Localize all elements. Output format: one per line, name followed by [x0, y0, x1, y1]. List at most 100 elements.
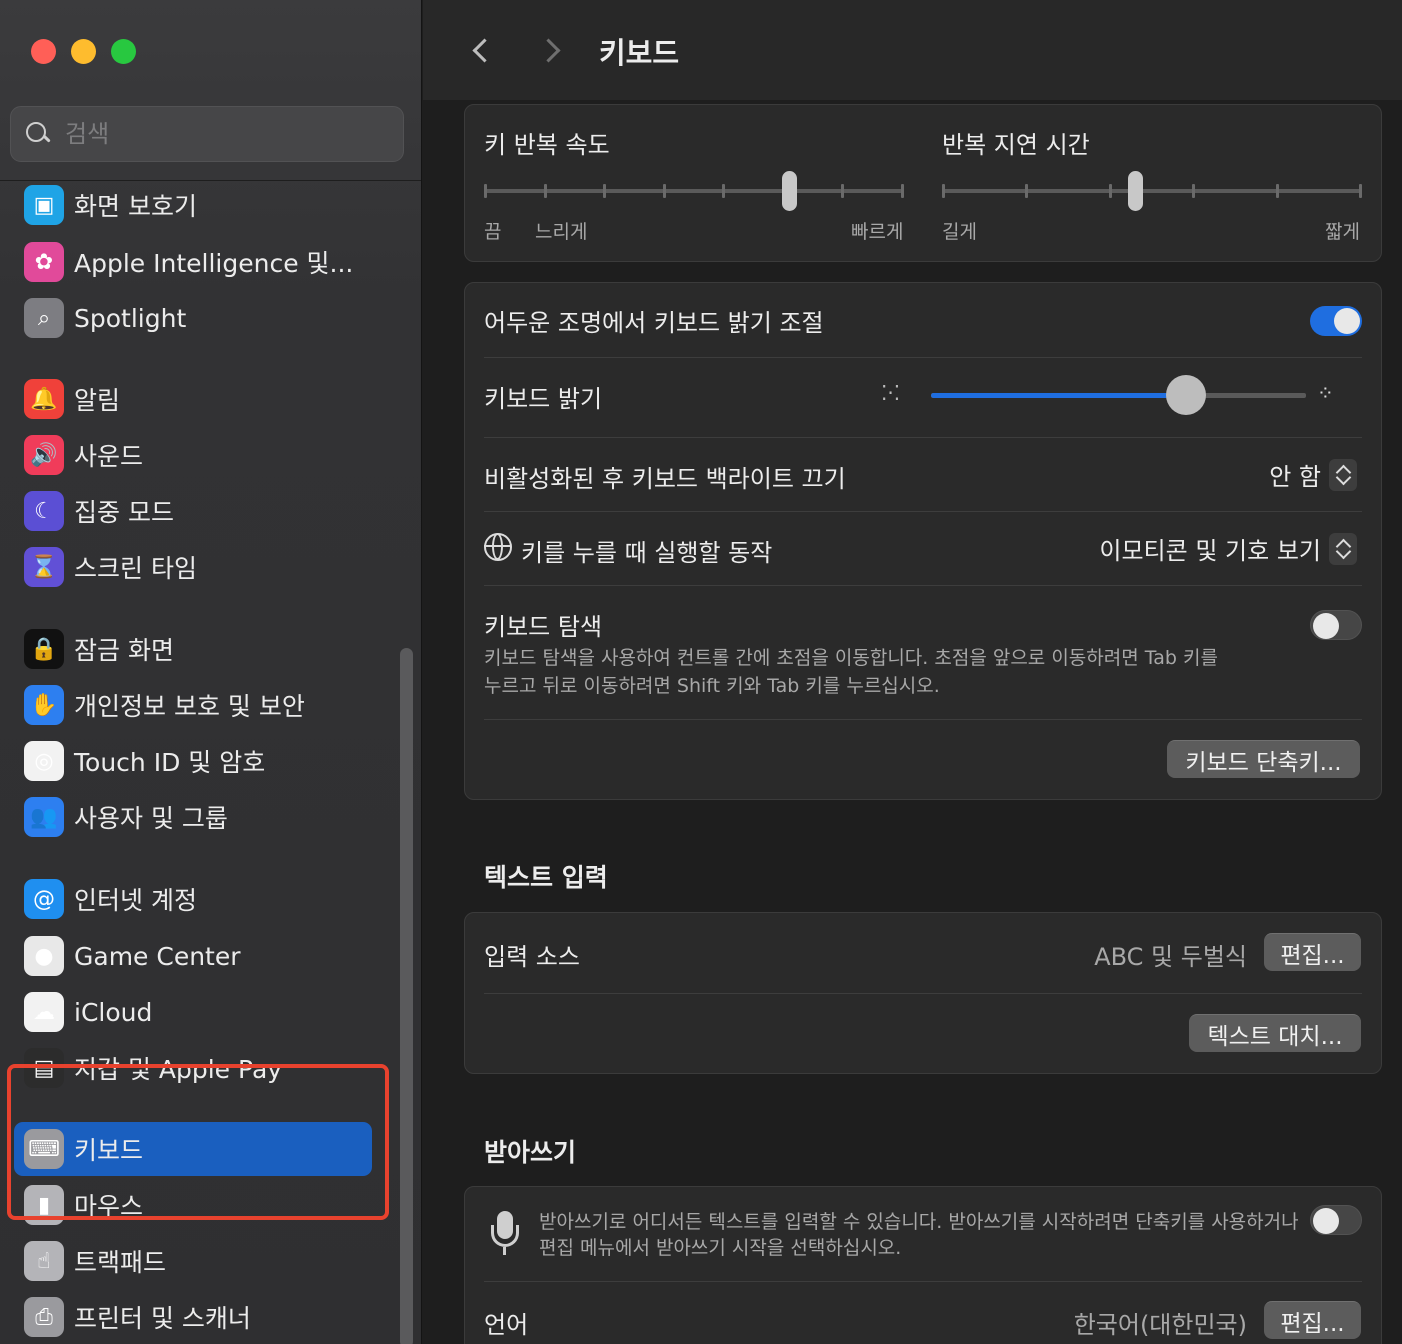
row-divider: [484, 1281, 1362, 1282]
sidebar-item-fingerprint[interactable]: ◎ Touch ID 및 암호: [14, 734, 372, 788]
input-sources-value: ABC 및 두벌식: [1094, 943, 1247, 971]
text-input-title: 텍스트 입력: [484, 863, 608, 892]
input-sources-label: 입력 소스: [484, 943, 580, 971]
backlight-auto-toggle[interactable]: [1310, 306, 1362, 336]
text-input-card: 입력 소스 ABC 및 두벌식 편집... 텍스트 대치...: [464, 912, 1382, 1074]
sidebar: ▣ 화면 보호기 ✿ Apple Intelligence 및... ⌕ Spotligh…: [0, 0, 422, 1344]
hourglass-icon: ⌛: [24, 547, 64, 587]
repeat-delay-short-label: 짧게: [1325, 221, 1360, 243]
language-edit-button[interactable]: 편집...: [1264, 1301, 1361, 1339]
repeat-delay-slider[interactable]: [942, 171, 1362, 211]
search-input[interactable]: [65, 120, 365, 148]
backlight-off-label: 비활성화된 후 키보드 백라이트 끄기: [484, 465, 846, 493]
slider-tick: [1025, 184, 1029, 198]
slider-tick: [841, 184, 845, 198]
search-icon: [25, 121, 51, 147]
keyboard-nav-toggle[interactable]: [1310, 610, 1362, 640]
brightness-label: 키보드 밝기: [484, 385, 603, 413]
sidebar-item-moon[interactable]: ☾ 집중 모드: [14, 484, 372, 538]
users-icon: 👥: [24, 797, 64, 837]
main-pane: 키보드 키 반복 속도 반복 지연 시간 끔 느리게 빠르게 길게 짧게 어두운…: [423, 0, 1402, 1344]
text-replacement-button[interactable]: 텍스트 대치...: [1189, 1014, 1361, 1052]
back-button[interactable]: [463, 32, 499, 68]
slider-tick: [484, 184, 487, 198]
sidebar-item-users[interactable]: 👥 사용자 및 그룹: [14, 790, 372, 844]
sidebar-item-label: Apple Intelligence 및...: [74, 249, 354, 278]
slider-tick: [722, 184, 726, 198]
key-repeat-slow-label: 느리게: [535, 221, 588, 243]
toggle-knob: [1313, 1208, 1339, 1234]
sidebar-item-label: 개인정보 보호 및 보안: [74, 692, 305, 721]
dictation-desc-2: 편집 메뉴에서 받아쓰기 시작을 선택하십시오.: [539, 1237, 902, 1259]
at-icon: @: [24, 879, 64, 919]
globe-key-label: 키를 누를 때 실행할 동작: [521, 539, 773, 567]
row-divider: [484, 585, 1362, 586]
cloud-icon: ☁: [24, 992, 64, 1032]
moon-icon: ☾: [24, 491, 64, 531]
toggle-knob: [1334, 308, 1360, 334]
slider-tick: [901, 184, 904, 198]
annotation-highlight-box: [7, 1064, 389, 1220]
input-sources-edit-button[interactable]: 편집...: [1264, 933, 1361, 971]
key-repeat-off-label: 끔: [484, 221, 502, 243]
slider-tick: [942, 184, 945, 198]
globe-icon: [484, 533, 512, 561]
key-repeat-knob[interactable]: [781, 171, 797, 211]
brightness-knob[interactable]: [1166, 375, 1206, 415]
minimize-button[interactable]: [71, 39, 96, 64]
globe-key-value: 이모티콘 및 기호 보기: [1099, 537, 1321, 565]
key-repeat-slider[interactable]: [484, 171, 904, 211]
sidebar-item-label: 사운드: [74, 442, 144, 471]
sidebar-item-label: 집중 모드: [74, 498, 174, 527]
keyboard-nav-label: 키보드 탐색: [484, 613, 603, 641]
sidebar-item-label: Touch ID 및 암호: [74, 748, 266, 777]
sidebar-item-at[interactable]: @ 인터넷 계정: [14, 872, 372, 926]
sidebar-item-cloud[interactable]: ☁ iCloud: [14, 985, 372, 1039]
slider-track: [942, 189, 1362, 193]
repeat-delay-label: 반복 지연 시간: [942, 131, 1090, 159]
sidebar-item-label: iCloud: [74, 997, 153, 1027]
printer-icon: ⎙: [24, 1297, 64, 1337]
backlight-off-popup[interactable]: 안 함: [1269, 457, 1357, 492]
close-button[interactable]: [31, 39, 56, 64]
keyboard-shortcuts-button[interactable]: 키보드 단축키...: [1167, 740, 1360, 778]
bell-icon: 🔔: [24, 379, 64, 419]
sidebar-scrollbar[interactable]: [400, 648, 413, 1344]
brightness-slider[interactable]: [931, 375, 1306, 415]
sidebar-item-lock[interactable]: 🔒 잠금 화면: [14, 622, 372, 676]
sidebar-item-speaker[interactable]: 🔊 사운드: [14, 428, 372, 482]
apple-intelligence-icon: ✿: [24, 242, 64, 282]
trackpad-icon: ☝: [24, 1241, 64, 1281]
sidebar-item-game-center[interactable]: ● Game Center: [14, 929, 372, 983]
sidebar-item-label: 잠금 화면: [74, 636, 174, 665]
key-repeat-fast-label: 빠르게: [851, 221, 904, 243]
chevron-updown-icon: [1329, 458, 1357, 491]
sidebar-item-screensaver[interactable]: ▣ 화면 보호기: [14, 178, 372, 232]
slider-tick: [1108, 184, 1112, 198]
row-divider: [484, 357, 1362, 358]
backlight-auto-label: 어두운 조명에서 키보드 밝기 조절: [484, 309, 824, 337]
dictation-toggle[interactable]: [1310, 1205, 1362, 1235]
chevron-right-icon: [535, 37, 561, 63]
speaker-icon: 🔊: [24, 435, 64, 475]
sidebar-item-label: 인터넷 계정: [74, 886, 197, 915]
sidebar-item-spotlight[interactable]: ⌕ Spotlight: [14, 291, 372, 345]
sidebar-item-hand[interactable]: ✋ 개인정보 보호 및 보안: [14, 678, 372, 732]
keyboard-settings-card: 어두운 조명에서 키보드 밝기 조절 키보드 밝기 ⁚·⁚ ⁘ 비활성화된 후 …: [464, 282, 1382, 800]
sidebar-item-apple-intelligence[interactable]: ✿ Apple Intelligence 및...: [14, 235, 372, 289]
slider-tick: [1359, 184, 1362, 198]
dictation-desc-1: 받아쓰기로 어디서든 텍스트를 입력할 수 있습니다. 받아쓰기를 시작하려면 …: [539, 1211, 1299, 1233]
zoom-button[interactable]: [111, 39, 136, 64]
repeat-delay-knob[interactable]: [1127, 171, 1143, 211]
chevron-updown-icon: [1329, 532, 1357, 565]
sidebar-item-trackpad[interactable]: ☝ 트랙패드: [14, 1234, 372, 1288]
sidebar-item-hourglass[interactable]: ⌛ 스크린 타임: [14, 540, 372, 594]
screensaver-icon: ▣: [24, 185, 64, 225]
forward-button[interactable]: [533, 32, 569, 68]
sidebar-item-printer[interactable]: ⎙ 프린터 및 스캐너: [14, 1290, 372, 1344]
sidebar-item-label: 화면 보호기: [74, 192, 197, 221]
globe-key-popup[interactable]: 이모티콘 및 기호 보기: [1099, 531, 1357, 566]
keyboard-nav-desc-1: 키보드 탐색을 사용하여 컨트롤 간에 초점을 이동합니다. 초점을 앞으로 이…: [484, 647, 1218, 669]
search-field[interactable]: [10, 106, 404, 162]
sidebar-item-bell[interactable]: 🔔 알림: [14, 372, 372, 426]
